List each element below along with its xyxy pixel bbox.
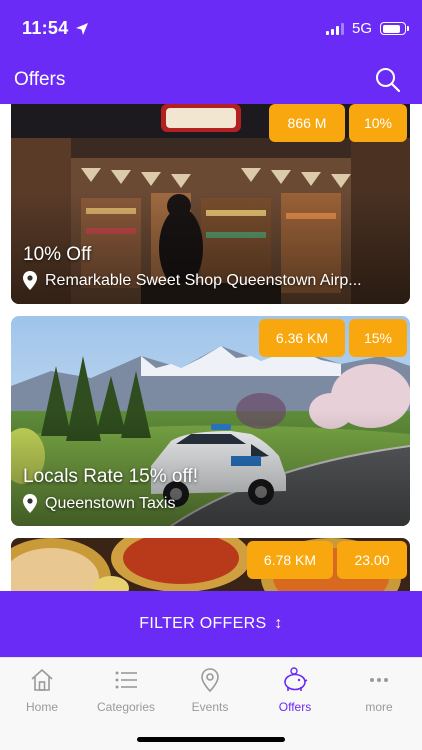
more-icon <box>370 678 388 682</box>
network-label: 5G <box>351 20 372 37</box>
page-title: Offers <box>14 69 66 90</box>
offer-card[interactable]: 6.36 KM 15% Locals Rate 15% off! Queenst… <box>11 316 410 526</box>
map-pin-icon <box>201 668 219 693</box>
offer-title: Locals Rate 15% off! <box>23 466 198 487</box>
home-indicator <box>137 737 285 742</box>
sort-arrows-icon: ↕ <box>274 615 283 632</box>
home-icon <box>31 669 53 691</box>
location-pin-icon <box>23 271 37 290</box>
piggy-bank-icon <box>284 667 308 691</box>
offers-list[interactable]: 866 M 10% 10% Off Remarkable Sweet Shop … <box>0 104 422 591</box>
tab-events[interactable]: Events <box>168 666 252 714</box>
status-bar: 11:54 5G <box>0 0 422 56</box>
filter-offers-button[interactable]: FILTER OFFERS ↕ <box>0 591 422 657</box>
location-text: Remarkable Sweet Shop Queenstown Airp... <box>45 271 362 289</box>
discount-badge: 15% <box>349 319 407 357</box>
status-indicators: 5G <box>325 20 409 37</box>
tab-label: Categories <box>96 700 156 714</box>
discount-badge: 10% <box>349 104 407 142</box>
list-icon <box>115 671 137 689</box>
tab-more[interactable]: more <box>337 666 421 714</box>
offer-location: Remarkable Sweet Shop Queenstown Airp... <box>23 271 403 290</box>
filter-label: FILTER OFFERS <box>139 615 267 632</box>
location-arrow-icon <box>75 22 88 35</box>
offer-title: 10% Off <box>23 244 92 265</box>
distance-badge: 6.78 KM <box>247 541 333 579</box>
status-time: 11:54 <box>22 18 89 39</box>
tab-label: Offers <box>278 700 312 714</box>
tab-home[interactable]: Home <box>0 666 84 714</box>
tab-categories[interactable]: Categories <box>84 666 168 714</box>
offer-card[interactable]: 6.78 KM 23.00 <box>11 538 410 591</box>
tab-label: Events <box>191 700 229 714</box>
time-text: 11:54 <box>22 18 69 38</box>
distance-badge: 866 M <box>269 104 345 142</box>
tab-offers[interactable]: Offers <box>253 666 337 714</box>
app-header: Offers <box>0 56 422 104</box>
discount-badge: 23.00 <box>337 541 407 579</box>
signal-icon <box>325 22 344 35</box>
tab-label: more <box>365 700 393 714</box>
tab-label: Home <box>25 700 58 714</box>
search-icon[interactable] <box>374 66 402 94</box>
offer-card[interactable]: 866 M 10% 10% Off Remarkable Sweet Shop … <box>11 104 410 304</box>
location-text: Queenstown Taxis <box>45 494 176 512</box>
offer-location: Queenstown Taxis <box>23 494 403 513</box>
distance-badge: 6.36 KM <box>259 319 345 357</box>
location-pin-icon <box>23 494 37 513</box>
battery-icon <box>380 22 409 35</box>
